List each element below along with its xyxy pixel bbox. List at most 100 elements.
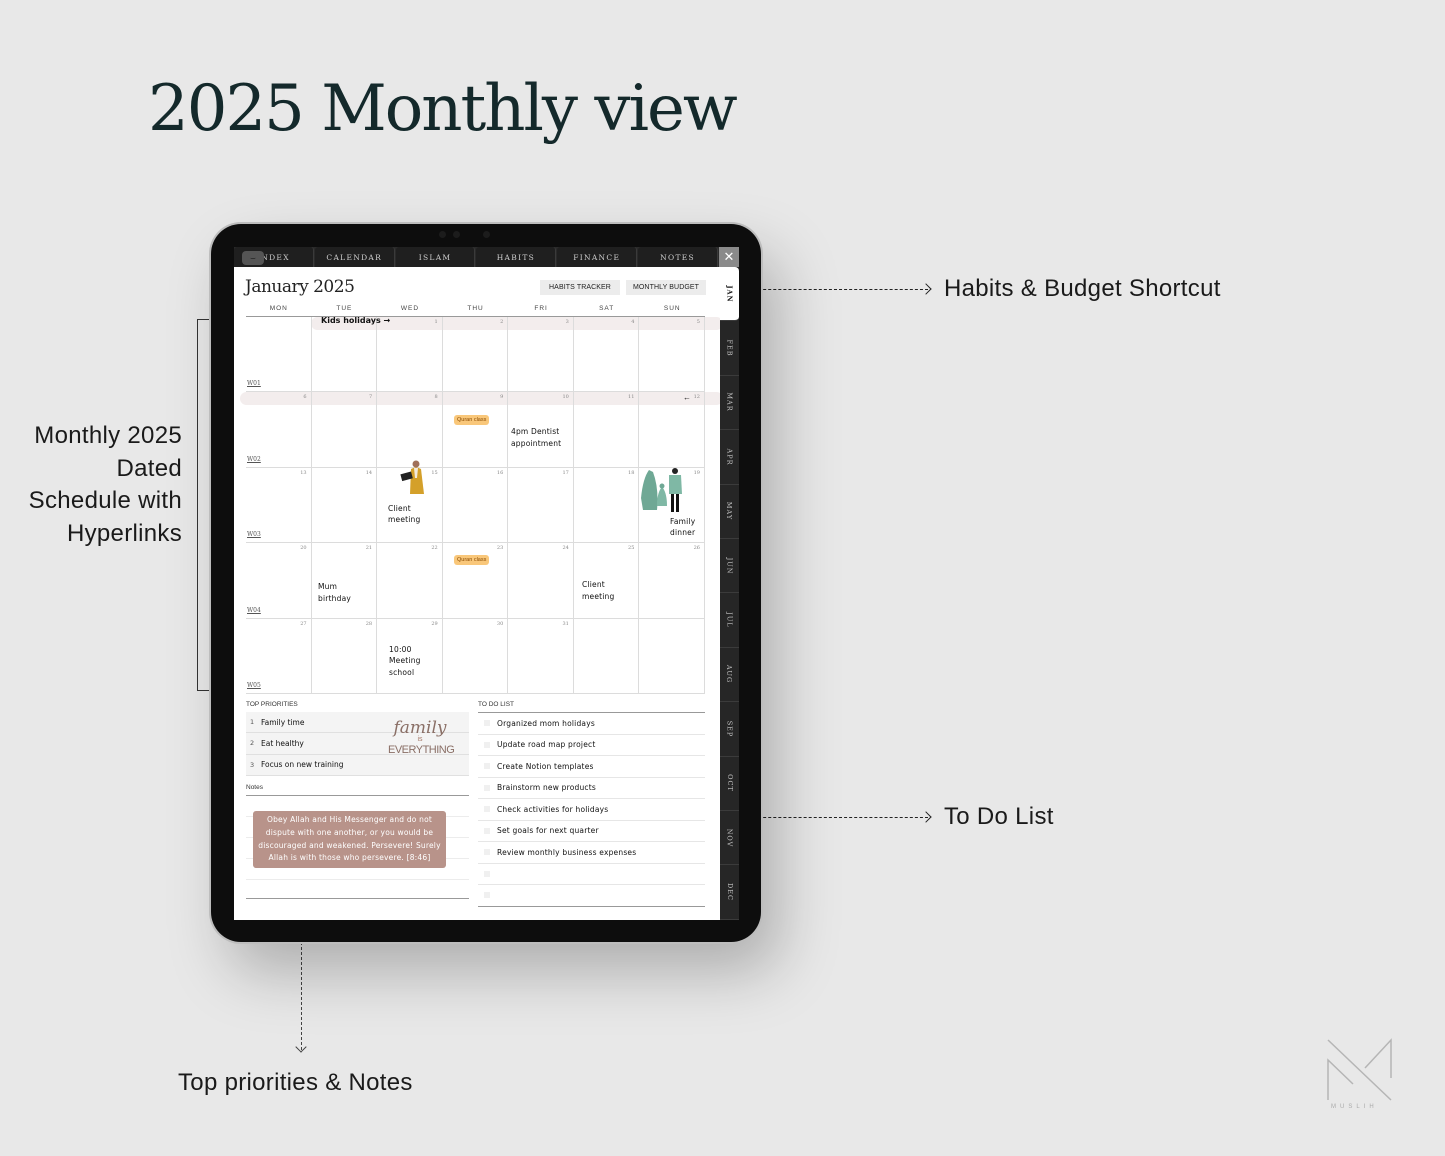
week-link[interactable]: W05 [247, 682, 261, 689]
month-tab-sep[interactable]: SEP [720, 702, 739, 757]
notes-label: Notes [246, 784, 469, 796]
day-cell[interactable] [312, 317, 378, 392]
month-tab-apr[interactable]: APR [720, 430, 739, 485]
todo-checkbox[interactable] [484, 741, 490, 748]
event-kids-holidays: Kids holidays → [321, 316, 391, 325]
todo-item: Organized mom holidays [478, 713, 705, 735]
month-tab-oct[interactable]: OCT [720, 757, 739, 811]
month-tab-label: JAN [725, 285, 734, 303]
todo-checkbox[interactable] [484, 763, 490, 770]
day-number: 3 [565, 319, 569, 325]
quran-quote: Obey Allah and His Messenger and do not … [253, 811, 446, 869]
week-link[interactable]: W03 [247, 531, 261, 538]
event-quran-class: Quran class [454, 415, 490, 426]
habits-tracker-button[interactable]: HABITS TRACKER [540, 280, 620, 295]
week-link[interactable]: W04 [247, 607, 261, 614]
todo-label: TO DO LIST [478, 701, 705, 713]
todo-text[interactable]: Check activities for holidays [497, 805, 608, 814]
nav-tab-habits[interactable]: HABITS [476, 247, 557, 267]
todo-checkbox[interactable] [484, 806, 490, 813]
priority-number: 2 [250, 739, 255, 748]
month-tab-dec[interactable]: DEC [720, 865, 739, 920]
week-link[interactable]: W02 [247, 456, 261, 463]
day-cell[interactable]: 14 [312, 467, 378, 543]
day-number: 4 [631, 319, 635, 325]
day-number: 26 [693, 545, 700, 552]
weekday-wed: WED [400, 305, 420, 312]
todo-checkbox[interactable] [484, 720, 490, 727]
day-cell[interactable]: 3 [508, 317, 574, 392]
month-tab-jun[interactable]: JUN [720, 539, 739, 594]
monthly-budget-button[interactable]: MONTHLY BUDGET [626, 280, 706, 295]
todo-text[interactable]: Set goals for next quarter [497, 826, 599, 835]
callout-notes: Top priorities & Notes [178, 1069, 413, 1096]
month-tab-label: JUN [725, 557, 734, 575]
todo-text[interactable]: Review monthly business expenses [497, 848, 636, 857]
close-icon[interactable]: ✕ [718, 247, 739, 267]
day-cell[interactable]: 8 [377, 392, 443, 468]
week-row: 27 28 29 30 31 W05 10:00 Meeting school [246, 618, 705, 694]
todo-checkbox[interactable] [484, 827, 490, 834]
callout-todo: To Do List [944, 803, 1054, 830]
todo-text[interactable]: Update road map project [497, 740, 595, 749]
todo-checkbox[interactable] [484, 870, 490, 877]
day-cell[interactable]: 30 [443, 618, 509, 694]
month-tab-label: JUL [725, 612, 734, 628]
todo-text[interactable]: Create Notion templates [497, 762, 594, 771]
todo-item: Check activities for holidays [478, 799, 705, 821]
day-cell[interactable]: 16 [443, 467, 509, 543]
day-number: 25 [628, 545, 635, 552]
day-cell[interactable]: 5 [639, 317, 705, 392]
day-cell[interactable] [639, 618, 705, 694]
day-cell[interactable]: 2 [443, 317, 509, 392]
nav-tab-calendar[interactable]: CALENDAR [314, 247, 395, 267]
day-number: 28 [365, 620, 373, 627]
day-number: 29 [431, 620, 438, 627]
todo-checkbox[interactable] [484, 784, 490, 791]
todo-checkbox[interactable] [484, 892, 490, 899]
day-number: 22 [431, 545, 438, 552]
week-link[interactable]: W01 [247, 380, 261, 387]
brand-name: MUSLIH [1331, 1104, 1378, 1110]
day-cell[interactable]: 9 [443, 392, 509, 468]
month-tab-nov[interactable]: NOV [720, 811, 739, 866]
month-tab-mar[interactable]: MAR [720, 376, 739, 431]
day-cell[interactable] [574, 618, 640, 694]
month-tab-jan[interactable]: JAN [720, 267, 739, 322]
event-mum-birthday: Mum birthday [318, 582, 352, 603]
day-number: 6 [303, 394, 307, 401]
day-cell[interactable]: 7 [312, 392, 378, 468]
day-number: 11 [628, 394, 635, 401]
month-tab-may[interactable]: MAY [720, 485, 739, 539]
day-cell[interactable]: 12 [639, 392, 705, 468]
day-cell[interactable]: 18 [574, 467, 640, 543]
home-icon[interactable]: ⌣ [242, 251, 264, 265]
day-cell[interactable]: 26 [639, 543, 705, 619]
day-cell[interactable]: 28 [312, 618, 378, 694]
month-title: January 2025 [245, 277, 355, 297]
day-cell[interactable]: 31 [508, 618, 574, 694]
nav-tab-islam[interactable]: ISLAM [395, 247, 476, 267]
day-cell[interactable]: 1 [377, 317, 443, 392]
event-client-meeting: Client meeting [582, 580, 615, 601]
nav-tab-finance[interactable]: FINANCE [557, 247, 638, 267]
priority-item[interactable]: 3 Focus on new training [246, 755, 469, 776]
day-cell[interactable]: 24 [508, 543, 574, 619]
month-tab-feb[interactable]: FEB [720, 321, 739, 376]
day-cell[interactable]: 22 [377, 543, 443, 619]
month-tab-jul[interactable]: JUL [720, 593, 739, 648]
notes-area[interactable]: Obey Allah and His Messenger and do not … [246, 796, 469, 904]
brand-logo: MUSLIH [1325, 1038, 1395, 1118]
month-tab-aug[interactable]: AUG [720, 648, 739, 703]
day-number: 13 [300, 469, 307, 476]
todo-text[interactable]: Organized mom holidays [497, 719, 595, 728]
day-cell[interactable]: 17 [508, 467, 574, 543]
todo-text[interactable]: Brainstorm new products [497, 783, 596, 792]
week-row: 1 2 3 4 5 W01 Kids holidays → [246, 316, 723, 393]
day-cell[interactable]: 4 [574, 317, 640, 392]
todo-checkbox[interactable] [484, 849, 490, 856]
day-cell[interactable]: 11 [574, 392, 640, 468]
nav-tab-notes[interactable]: NOTES [638, 247, 718, 267]
month-tab-label: OCT [725, 774, 734, 793]
day-number: 17 [562, 469, 569, 476]
